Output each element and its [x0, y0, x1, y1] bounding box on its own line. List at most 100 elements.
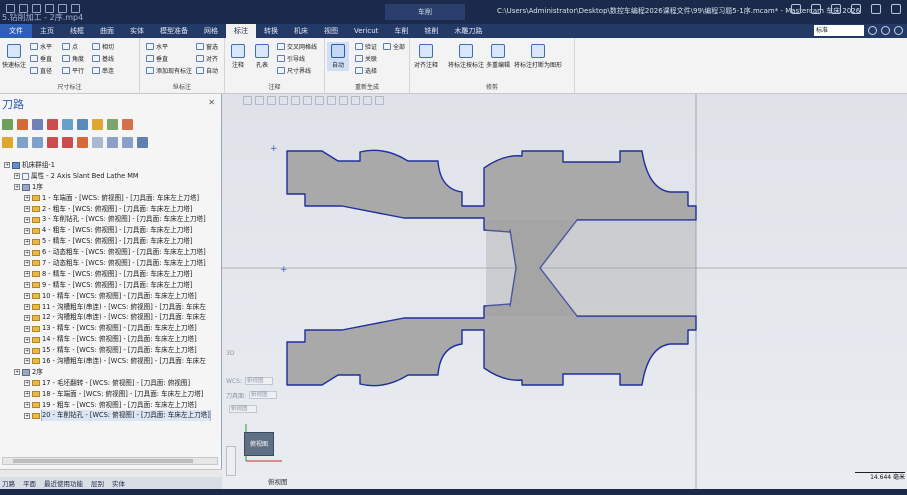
- expand-toggle-icon[interactable]: +: [14, 184, 20, 191]
- vp-fit-icon[interactable]: [279, 96, 288, 105]
- toolpath-tree-item[interactable]: +10 - 精车 - [WCS: 俯视图] - [刀具面: 车床左上刀塔]: [4, 291, 218, 302]
- camera-icon[interactable]: [791, 4, 801, 14]
- toolpath-tree-item[interactable]: + 属性 - 2 Axis Slant Bed Lathe MM: [4, 171, 218, 182]
- expand-toggle-icon[interactable]: +: [24, 325, 30, 332]
- tab-vericut[interactable]: Vericut: [346, 24, 386, 38]
- settings-icon[interactable]: [868, 26, 877, 35]
- toolpath-tree-item[interactable]: +2序: [4, 367, 218, 378]
- viewport-side-scroll[interactable]: [226, 446, 236, 476]
- contextual-tool-tab[interactable]: 车削: [385, 4, 465, 20]
- align-button[interactable]: 对齐: [196, 54, 218, 63]
- multi-edit-button[interactable]: 多重编辑: [486, 44, 510, 69]
- expand-toggle-icon[interactable]: +: [24, 282, 30, 289]
- toolpath-tree-item[interactable]: +7 - 动态粗车 - [WCS: 俯视图] - [刀具面: 车床左上刀塔]: [4, 258, 218, 269]
- expand-toggle-icon[interactable]: +: [24, 380, 30, 387]
- expand-toggle-icon[interactable]: +: [24, 206, 30, 212]
- toggle-post-icon[interactable]: [32, 137, 43, 148]
- restore-icon[interactable]: [811, 4, 821, 14]
- toolpath-tree-item[interactable]: +5 - 精车 - [WCS: 俯视图] - [刀具面: 车床左上刀塔]: [4, 236, 218, 247]
- expand-toggle-icon[interactable]: +: [24, 271, 30, 278]
- tab-recent-functions[interactable]: 最近使用功能: [44, 478, 83, 488]
- readout-3d[interactable]: 3D: [226, 348, 286, 358]
- regenerate-select-button[interactable]: 选择: [355, 66, 377, 75]
- tab-home[interactable]: 主页: [32, 24, 62, 38]
- vp-select-icon[interactable]: [243, 96, 252, 105]
- tab-drafting[interactable]: 标注: [226, 24, 256, 38]
- window-select-button[interactable]: 窗选: [196, 42, 218, 51]
- vp-attr-icon[interactable]: [339, 96, 348, 105]
- insert-arrow-icon[interactable]: [77, 137, 88, 148]
- toolpath-tree-item[interactable]: +17 - 毛坯翻转 - [WCS: 俯视图] - [刀具面: 俯视图]: [4, 378, 218, 389]
- toolpath-tree-item[interactable]: +1序: [4, 182, 218, 193]
- graphics-viewport[interactable]: + +: [222, 94, 907, 489]
- toolpath-tree-item[interactable]: +9 - 精车 - [WCS: 俯视图] - [刀具面: 车床左上刀塔]: [4, 280, 218, 291]
- regenerate-selected-icon[interactable]: [32, 119, 43, 130]
- vp-zoom-icon[interactable]: [267, 96, 276, 105]
- hole-table-button[interactable]: 孔表: [255, 44, 269, 69]
- baseline-dim-button[interactable]: 基线: [92, 54, 114, 63]
- toolpath-tree-item[interactable]: +16 - 沟槽粗车(串连) - [WCS: 俯视图] - [刀具面: 车床左: [4, 356, 218, 367]
- expand-toggle-icon[interactable]: +: [24, 314, 30, 321]
- expand-toggle-icon[interactable]: +: [24, 358, 30, 365]
- tab-levels[interactable]: 层别: [91, 478, 104, 488]
- toolpath-tree-item[interactable]: +18 - 车端面 - [WCS: 俯视图] - [刀具面: 车床左上刀塔]: [4, 389, 218, 400]
- witness-line-button[interactable]: 尺寸界线: [277, 66, 311, 75]
- collapse-ribbon-icon[interactable]: [894, 26, 903, 35]
- associative-button[interactable]: 关联: [355, 54, 377, 63]
- toolpath-tree-item[interactable]: + 机床群组-1: [4, 160, 218, 171]
- toolpath-tree-item[interactable]: +13 - 精车 - [WCS: 俯视图] - [刀具面: 车床左上刀塔]: [4, 323, 218, 334]
- vertical-dim-button[interactable]: 垂直: [30, 54, 52, 63]
- regenerate-dirty-icon[interactable]: [47, 119, 58, 130]
- tab-solids[interactable]: 实体: [122, 24, 152, 38]
- toolpath-tree-item[interactable]: +1 - 车端面 - [WCS: 俯视图] - [刀具面: 车床左上刀塔]: [4, 193, 218, 204]
- toolpath-tree-item[interactable]: +8 - 精车 - [WCS: 俯视图] - [刀具面: 车床左上刀塔]: [4, 269, 218, 280]
- tab-machine[interactable]: 机床: [286, 24, 316, 38]
- toolpath-tree-item[interactable]: +12 - 沟槽粗车(串连) - [WCS: 俯视图] - [刀具面: 车床左: [4, 312, 218, 323]
- options-icon[interactable]: [137, 137, 148, 148]
- parallel-dim-button[interactable]: 平行: [62, 66, 84, 75]
- tangent-dim-button[interactable]: 相切: [92, 42, 114, 51]
- backplot-icon[interactable]: [62, 119, 73, 130]
- vp-wire-icon[interactable]: [315, 96, 324, 105]
- ordinate-horizontal-button[interactable]: 水平: [146, 42, 168, 51]
- tab-milling[interactable]: 铣削: [416, 24, 446, 38]
- expand-toggle-icon[interactable]: +: [24, 227, 30, 234]
- expand-toggle-icon[interactable]: +: [24, 304, 30, 311]
- expand-toggle-icon[interactable]: +: [24, 391, 30, 398]
- tab-wireframe[interactable]: 线框: [62, 24, 92, 38]
- tab-mesh[interactable]: 网格: [196, 24, 226, 38]
- tab-file[interactable]: 文件: [0, 24, 32, 38]
- show-all-icon[interactable]: [122, 137, 133, 148]
- vp-group-icon[interactable]: [351, 96, 360, 105]
- move-up-icon[interactable]: [62, 137, 73, 148]
- readout-tplane[interactable]: 刀具面: 俯视图: [226, 390, 286, 400]
- expand-toggle-icon[interactable]: +: [24, 347, 30, 354]
- g1-post-icon[interactable]: [107, 119, 118, 130]
- close-icon[interactable]: [891, 4, 901, 14]
- select-all-icon[interactable]: [2, 119, 13, 130]
- toolpath-tree-item[interactable]: +6 - 动态粗车 - [WCS: 俯视图] - [刀具面: 车床左上刀塔]: [4, 247, 218, 258]
- tab-planes[interactable]: 平面: [23, 478, 36, 488]
- smart-dimension-button[interactable]: 快速标注: [2, 44, 26, 69]
- minimize-icon[interactable]: [871, 4, 881, 14]
- vp-mask-icon[interactable]: [363, 96, 372, 105]
- toolpath-tree-item[interactable]: +14 - 精车 - [WCS: 俯视图] - [刀具面: 车床左上刀塔]: [4, 334, 218, 345]
- toolpath-tree-item[interactable]: +2 - 粗车 - [WCS: 俯视图] - [刀具面: 车床左上刀塔]: [4, 204, 218, 215]
- regenerate-all-button[interactable]: 全部: [383, 42, 405, 51]
- toolpath-tree-item[interactable]: +15 - 精车 - [WCS: 俯视图] - [刀具面: 车床左上刀塔]: [4, 345, 218, 356]
- expand-toggle-icon[interactable]: +: [14, 369, 20, 376]
- simulate-icon[interactable]: [92, 119, 103, 130]
- expand-toggle-icon[interactable]: +: [4, 162, 10, 169]
- tab-toolpaths[interactable]: 刀路: [2, 478, 15, 488]
- toolpath-tree-item[interactable]: +4 - 粗车 - [WCS: 俯视图] - [刀具面: 车床左上刀塔]: [4, 225, 218, 236]
- tab-model-prep[interactable]: 模型准备: [152, 24, 196, 38]
- cross-hatch-button[interactable]: 交叉网格线: [277, 42, 317, 51]
- angular-dim-button[interactable]: 角度: [62, 54, 84, 63]
- tab-transform[interactable]: 转换: [256, 24, 286, 38]
- verify-icon[interactable]: [77, 119, 88, 130]
- break-dim-button[interactable]: 将标注打断为图形: [514, 44, 562, 69]
- auto-ordinate-button[interactable]: 自动: [196, 66, 218, 75]
- tab-surfaces[interactable]: 曲面: [92, 24, 122, 38]
- expand-toggle-icon[interactable]: +: [24, 216, 30, 223]
- expand-icon[interactable]: [851, 4, 861, 14]
